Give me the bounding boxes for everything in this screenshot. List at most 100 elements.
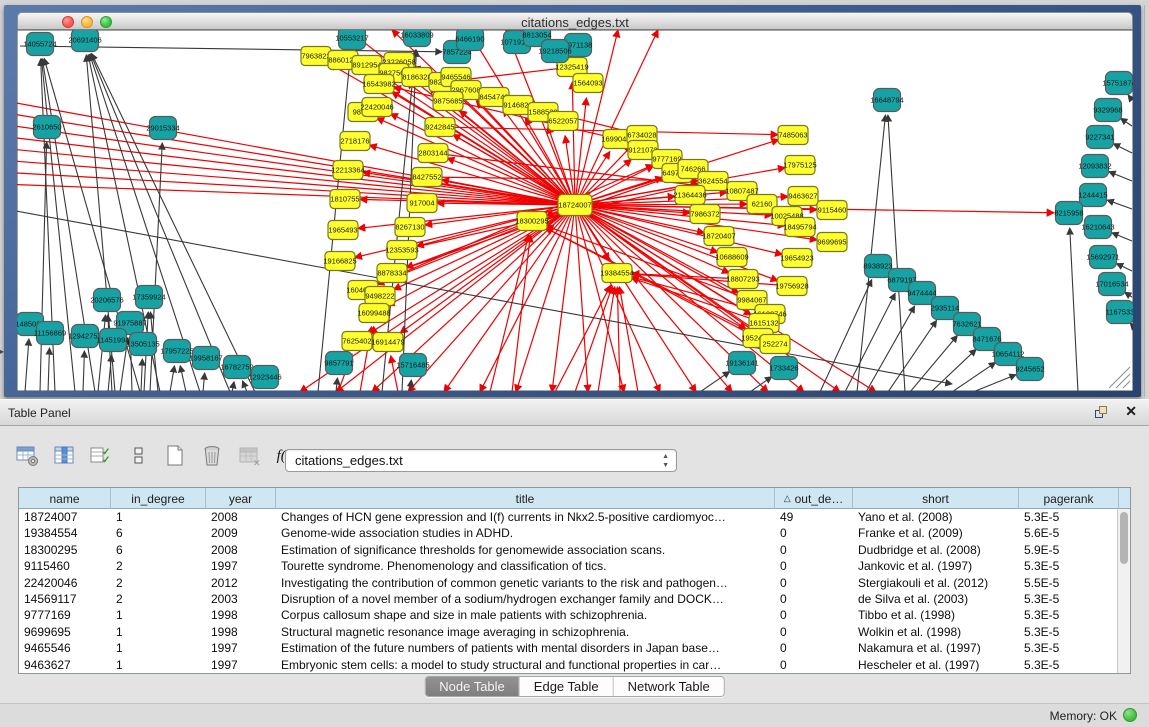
graph-node[interactable]: 7963822 bbox=[301, 47, 331, 66]
graph-node[interactable]: 15716485 bbox=[396, 354, 429, 377]
graph-node[interactable]: 19756928 bbox=[775, 277, 808, 296]
column-header-in_degree[interactable]: in_degree bbox=[111, 488, 206, 509]
column-header-year[interactable]: year bbox=[206, 488, 276, 509]
graph-node[interactable]: 252274 bbox=[760, 335, 790, 354]
tab-edge-table[interactable]: Edge Table bbox=[520, 677, 614, 696]
graph-node[interactable]: 10553217 bbox=[335, 30, 368, 50]
graph-node[interactable]: 16648794 bbox=[870, 89, 903, 112]
graph-node[interactable]: 9115460 bbox=[817, 201, 847, 220]
graph-node[interactable]: 9329968 bbox=[1093, 99, 1122, 122]
graph-node[interactable]: 20691406 bbox=[68, 30, 101, 52]
table-row[interactable]: 911546021997Tourette syndrome. Phenomeno… bbox=[19, 558, 1130, 574]
graph-node[interactable]: 8878334 bbox=[377, 264, 407, 283]
graph-node[interactable]: 9227341 bbox=[1085, 126, 1114, 149]
window-titlebar[interactable]: citations_edges.txt bbox=[17, 12, 1133, 30]
graph-node[interactable]: 29015334 bbox=[146, 117, 179, 140]
graph-node[interactable]: 9699695 bbox=[817, 233, 847, 252]
graph-node[interactable]: 18807293 bbox=[726, 270, 759, 289]
graph-node[interactable]: 11156869 bbox=[34, 322, 66, 345]
graph-node[interactable]: 9245652 bbox=[1015, 358, 1044, 381]
panel-collapse-arrow[interactable]: ▸ bbox=[0, 348, 4, 356]
graph-node[interactable]: 917004 bbox=[407, 194, 437, 213]
table-selector[interactable]: citations_edges.txt ▲▼ bbox=[285, 449, 677, 472]
graph-node[interactable]: 16033809 bbox=[400, 30, 433, 47]
column-header-title[interactable]: title bbox=[276, 488, 775, 509]
close-panel-icon[interactable]: ✕ bbox=[1125, 403, 1137, 420]
graph-node[interactable]: 16210643 bbox=[1081, 216, 1114, 239]
table-row[interactable]: 1872400712008Changes of HCN gene express… bbox=[19, 509, 1130, 525]
graph-node[interactable]: 18300295 bbox=[515, 212, 548, 231]
graph-node[interactable]: 19166825 bbox=[323, 252, 356, 271]
graph-node[interactable]: 19958167 bbox=[189, 347, 222, 370]
graph-node[interactable]: 6466190 bbox=[455, 30, 484, 51]
graph-node[interactable]: 19136141 bbox=[725, 352, 758, 375]
graph-node[interactable]: 2718176 bbox=[340, 132, 370, 151]
column-header-out_de[interactable]: △out_de… bbox=[775, 488, 853, 509]
column-header-name[interactable]: name bbox=[19, 488, 111, 509]
graph-node[interactable]: 7625402 bbox=[342, 332, 372, 351]
table-row[interactable]: 2242004622012Investigating the contribut… bbox=[19, 575, 1130, 591]
graph-node[interactable]: 9857791 bbox=[324, 352, 353, 375]
graph-node[interactable]: 8427552 bbox=[412, 168, 442, 187]
graph-node[interactable]: 9242845 bbox=[425, 118, 455, 137]
graph-node[interactable]: 12353593 bbox=[385, 241, 418, 260]
table-mode-button[interactable] bbox=[125, 441, 153, 471]
graph-node[interactable]: 17975125 bbox=[783, 156, 816, 175]
graph-node[interactable]: 15692971 bbox=[1086, 246, 1119, 269]
graph-node[interactable]: 1733426 bbox=[769, 357, 798, 380]
graph-node[interactable]: 1965493 bbox=[328, 221, 358, 240]
graph-node[interactable]: 18720407 bbox=[702, 227, 735, 246]
table-row[interactable]: 946554611997Estimation of the future num… bbox=[19, 640, 1130, 656]
graph-node[interactable]: 12923446 bbox=[248, 366, 281, 389]
graph-node[interactable]: 17016534 bbox=[1095, 273, 1128, 296]
graph-node[interactable]: 11451994 bbox=[97, 329, 130, 352]
table-scrollbar[interactable] bbox=[1117, 509, 1130, 673]
graph-node[interactable]: 9498222 bbox=[365, 287, 395, 306]
graph-node[interactable]: 13505135 bbox=[126, 333, 159, 356]
table-row[interactable]: 1456911722003Disruption of a novel membe… bbox=[19, 591, 1130, 607]
graph-node[interactable]: 12093832 bbox=[1078, 155, 1111, 178]
graph-node[interactable]: 18495794 bbox=[783, 218, 816, 237]
graph-node[interactable]: 19218506 bbox=[538, 40, 571, 63]
graph-node[interactable]: 9463627 bbox=[788, 187, 818, 206]
graph-node[interactable]: 6522057 bbox=[548, 112, 578, 131]
graph-node[interactable]: 10688609 bbox=[715, 248, 748, 267]
graph-node[interactable]: 1810755 bbox=[330, 190, 360, 209]
float-panel-icon[interactable] bbox=[1095, 406, 1109, 420]
graph-node[interactable]: 15751874 bbox=[1102, 72, 1133, 95]
graph-node[interactable]: 12213364 bbox=[331, 161, 364, 180]
graph-node[interactable]: 8267130 bbox=[395, 218, 425, 237]
graph-node[interactable]: 2610650 bbox=[32, 116, 61, 139]
graph-node[interactable]: 14055724 bbox=[23, 33, 56, 56]
graph-node[interactable]: 1167533 bbox=[1106, 301, 1133, 324]
graph-node[interactable]: 16914479 bbox=[371, 333, 404, 352]
row-selection-button[interactable]: ✓✓ bbox=[88, 441, 116, 471]
graph-node[interactable]: 2803144 bbox=[418, 144, 448, 163]
graph-node[interactable]: 7986372 bbox=[690, 205, 720, 224]
graph-node[interactable]: 9875685 bbox=[433, 92, 463, 111]
network-view-window[interactable]: citations_edges.txt 18724007796382288601… bbox=[4, 5, 1141, 397]
table-settings-button[interactable] bbox=[14, 441, 42, 471]
table-row[interactable]: 969969511998Structural magnetic resonanc… bbox=[19, 624, 1130, 640]
table-row[interactable]: 1830029562008Estimation of significance … bbox=[19, 542, 1130, 558]
delete-column-button[interactable] bbox=[199, 441, 227, 471]
graph-node[interactable]: 16543982 bbox=[362, 75, 395, 94]
graph-node[interactable]: 18724007 bbox=[558, 195, 592, 216]
graph-node[interactable]: 19384554 bbox=[600, 264, 633, 283]
graph-node[interactable]: 7485063 bbox=[778, 126, 808, 145]
tab-node-table[interactable]: Node Table bbox=[425, 677, 520, 696]
create-column-button[interactable] bbox=[162, 441, 190, 471]
table-scrollbar-thumb[interactable] bbox=[1120, 512, 1128, 564]
graph-node[interactable]: 1564093 bbox=[573, 74, 603, 93]
graph-node[interactable]: 19654923 bbox=[780, 249, 813, 268]
column-header-short[interactable]: short bbox=[853, 488, 1019, 509]
graph-node[interactable]: 17359924 bbox=[132, 286, 165, 309]
graph-node[interactable]: 20206576 bbox=[90, 289, 123, 312]
column-visibility-button[interactable] bbox=[51, 441, 79, 471]
graph-node[interactable]: 16099488 bbox=[357, 304, 390, 323]
delete-table-disabled-button[interactable]: ✕ bbox=[236, 441, 264, 471]
graph-node[interactable]: 8215958 bbox=[1054, 202, 1083, 225]
graph-node[interactable]: 8186328 bbox=[402, 68, 432, 87]
memory-ok-icon[interactable] bbox=[1123, 708, 1137, 722]
tab-network-table[interactable]: Network Table bbox=[614, 677, 724, 696]
